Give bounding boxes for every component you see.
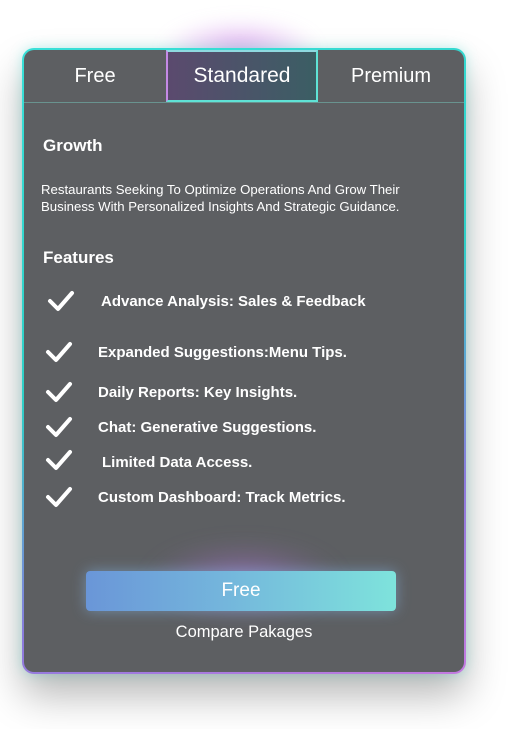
checkmark-icon [46, 449, 72, 470]
pricing-stage: Free Standared Premium Growth Restaurant… [0, 0, 521, 729]
feature-item: Custom Dashboard: Track Metrics. [45, 486, 346, 508]
tab-standard[interactable]: Standared [166, 50, 318, 102]
tab-premium[interactable]: Premium [318, 50, 464, 102]
tab-free[interactable]: Free [24, 50, 166, 102]
features-heading: Features [43, 248, 114, 267]
select-plan-button[interactable]: Free [86, 571, 396, 611]
feature-item: Chat: Generative Suggestions. [45, 416, 316, 438]
feature-item: Advance Analysis: Sales & Feedback [47, 290, 366, 312]
feature-label: Expanded Suggestions:Menu Tips. [98, 343, 347, 361]
checkmark-icon [46, 342, 72, 362]
feature-label: Custom Dashboard: Track Metrics. [98, 488, 346, 506]
checkmark-icon [46, 417, 72, 437]
checkmark-icon [48, 291, 74, 311]
plan-tabs: Free Standared Premium [24, 50, 464, 103]
feature-item: Limited Data Access. [45, 448, 252, 471]
checkmark-icon [46, 487, 72, 507]
plan-description: Restaurants Seeking To Optimize Operatio… [41, 182, 400, 214]
feature-item: Daily Reports: Key Insights. [45, 381, 297, 403]
pricing-card: Free Standared Premium Growth Restaurant… [22, 48, 466, 674]
feature-label: Chat: Generative Suggestions. [98, 418, 317, 436]
compare-packages-link[interactable]: Compare Pakages [24, 623, 464, 642]
plan-title: Growth [43, 136, 103, 155]
feature-item: Expanded Suggestions:Menu Tips. [45, 341, 347, 363]
feature-label: Daily Reports: Key Insights. [98, 383, 298, 401]
feature-label: Advance Analysis: Sales & Feedback [101, 292, 366, 310]
checkmark-icon [46, 382, 72, 402]
feature-label: Limited Data Access. [102, 454, 253, 471]
